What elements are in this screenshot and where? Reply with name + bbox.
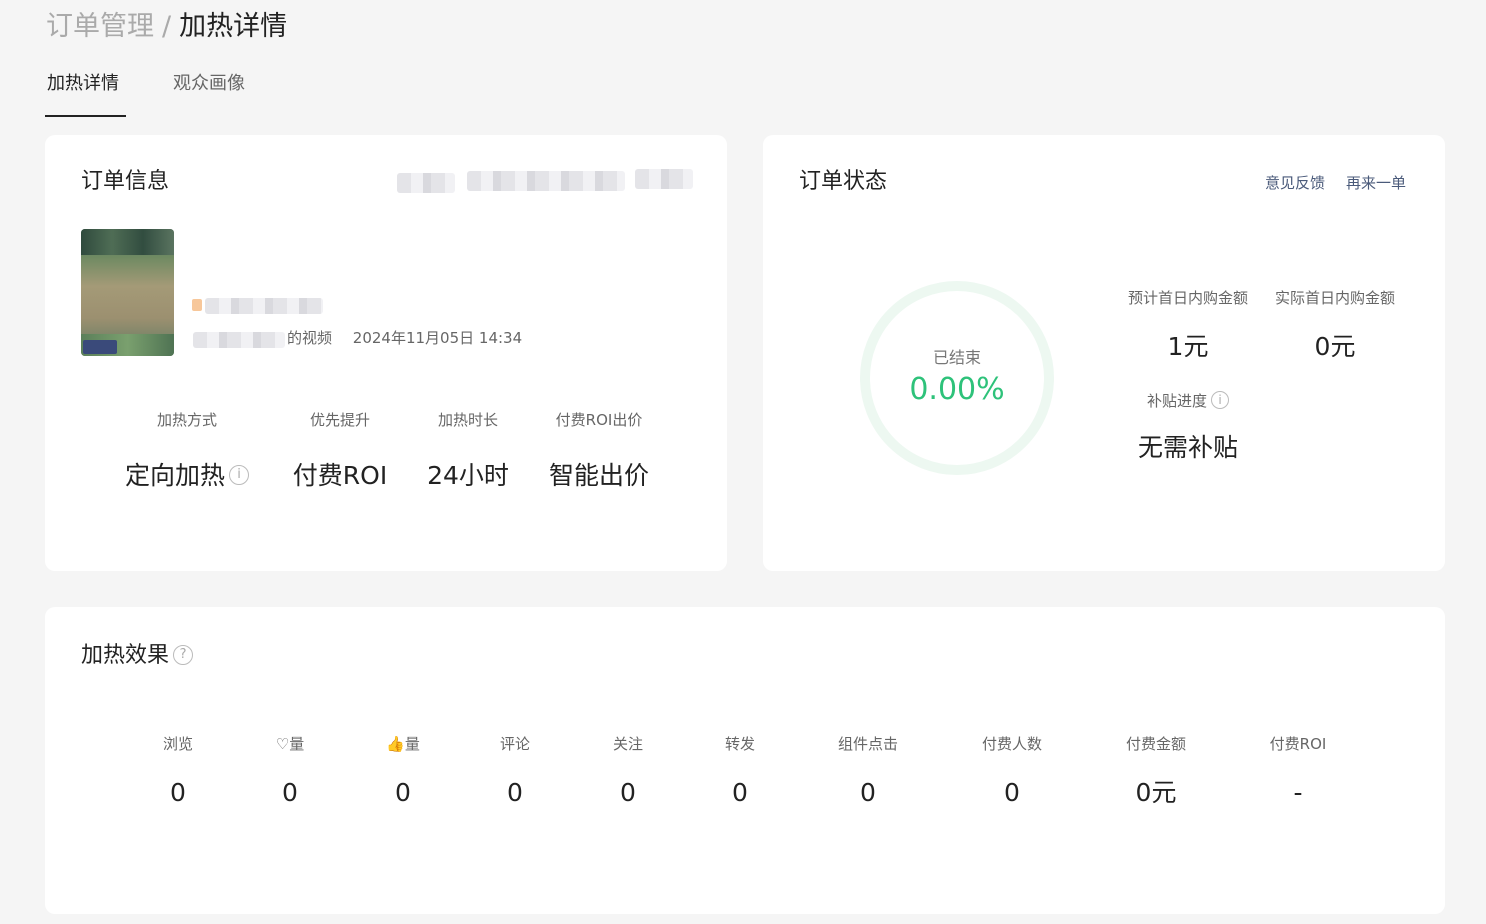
video-meta: 的视频 2024年11月05日 14:34 bbox=[195, 327, 522, 348]
metric-paid-roi: 付费ROI - bbox=[1238, 734, 1358, 810]
video-owner-suffix: 的视频 bbox=[287, 329, 333, 347]
metric-value: 0 bbox=[395, 778, 411, 807]
order-id-redacted bbox=[467, 171, 625, 191]
metric-thumbs-up: 👍量 0 bbox=[353, 734, 453, 810]
stat-value: 无需补贴 bbox=[1137, 433, 1238, 462]
stat-label: 加热方式 bbox=[156, 411, 217, 429]
order-id-redacted bbox=[397, 173, 455, 193]
metric-component-clicks: 组件点击 0 bbox=[808, 734, 928, 810]
stat-value: 智能出价 bbox=[548, 461, 649, 490]
subsidy-label: 补贴进度 bbox=[1146, 392, 1207, 410]
metric-label: 浏览 bbox=[162, 735, 193, 753]
tab-boost-detail[interactable]: 加热详情 bbox=[47, 68, 119, 100]
stat-label: 补贴进度 i bbox=[1113, 390, 1263, 411]
stat-roi-bid: 付费ROI出价 智能出价 bbox=[534, 410, 664, 493]
reorder-link[interactable]: 再来一单 bbox=[1346, 172, 1406, 193]
metric-value: 0 bbox=[732, 778, 748, 807]
avatar bbox=[192, 299, 202, 311]
order-info-card: 订单信息 的视频 2024年11月05日 14:34 加热方式 定向加热 i 优先… bbox=[45, 135, 727, 571]
video-time: 2024年11月05日 14:34 bbox=[352, 329, 523, 347]
active-tab-indicator bbox=[45, 115, 126, 117]
breadcrumb: 订单管理 / 加热详情 bbox=[46, 10, 287, 44]
metric-label: 付费ROI bbox=[1269, 735, 1327, 753]
video-thumbnail[interactable] bbox=[81, 229, 174, 356]
metric-label: ♡量 bbox=[275, 735, 305, 753]
order-status-title: 订单状态 bbox=[799, 169, 888, 194]
boost-method-value: 定向加热 bbox=[124, 461, 225, 490]
breadcrumb-parent[interactable]: 订单管理 bbox=[46, 11, 154, 42]
metric-value: 0 bbox=[1004, 778, 1020, 807]
metric-value: 0 bbox=[170, 778, 186, 807]
progress-status-label: 已结束 bbox=[932, 348, 981, 367]
order-info-title: 订单信息 bbox=[81, 169, 170, 194]
stat-value: 0元 bbox=[1314, 332, 1356, 361]
metric-paid-amount: 付费金额 0元 bbox=[1096, 734, 1216, 810]
order-id-redacted bbox=[635, 169, 693, 189]
info-icon[interactable]: i bbox=[229, 465, 249, 485]
thumbnail-foliage bbox=[81, 229, 174, 255]
metric-views: 浏览 0 bbox=[128, 734, 228, 810]
help-icon[interactable]: ? bbox=[173, 645, 194, 665]
stat-value: 1元 bbox=[1167, 332, 1209, 361]
stat-boost-method: 加热方式 定向加热 i bbox=[107, 410, 267, 493]
boost-effect-title: 加热效果? bbox=[81, 641, 194, 671]
metric-value: 0 bbox=[620, 778, 636, 807]
stat-label: 付费ROI出价 bbox=[555, 411, 643, 429]
feedback-link[interactable]: 意见反馈 bbox=[1265, 172, 1325, 193]
metric-follows: 关注 0 bbox=[578, 734, 678, 810]
metric-value: - bbox=[1293, 778, 1303, 807]
metric-value: 0 bbox=[860, 778, 876, 807]
stat-label: 预计首日内购金额 bbox=[1127, 289, 1248, 307]
metric-paying-users: 付费人数 0 bbox=[952, 734, 1072, 810]
metric-label: 付费金额 bbox=[1125, 735, 1186, 753]
metric-value: 0元 bbox=[1135, 778, 1177, 807]
boost-effect-title-text: 加热效果 bbox=[81, 643, 170, 668]
metric-likes: ♡量 0 bbox=[240, 734, 340, 810]
stat-value: 24小时 bbox=[427, 461, 509, 490]
breadcrumb-separator: / bbox=[162, 11, 172, 42]
boost-effect-card: 加热效果? 浏览 0 ♡量 0 👍量 0 评论 0 关注 0 转发 0 组件点击… bbox=[45, 607, 1445, 914]
metric-value: 0 bbox=[507, 778, 523, 807]
metric-value: 0 bbox=[282, 778, 298, 807]
stat-estimated-purchase: 预计首日内购金额 1元 bbox=[1113, 288, 1263, 364]
stat-label: 加热时长 bbox=[437, 411, 498, 429]
metric-label: 组件点击 bbox=[837, 735, 898, 753]
metric-label: 转发 bbox=[724, 735, 755, 753]
metric-label: 关注 bbox=[612, 735, 643, 753]
video-title-redacted bbox=[205, 298, 323, 314]
page-title: 加热详情 bbox=[179, 11, 288, 42]
metric-shares: 转发 0 bbox=[690, 734, 790, 810]
stat-label: 实际首日内购金额 bbox=[1274, 289, 1395, 307]
stat-value: 定向加热 i bbox=[107, 459, 267, 493]
progress-value: 0.00% bbox=[909, 372, 1005, 407]
metric-comments: 评论 0 bbox=[465, 734, 565, 810]
stat-actual-purchase: 实际首日内购金额 0元 bbox=[1260, 288, 1410, 364]
stat-value: 付费ROI bbox=[292, 461, 388, 490]
order-status-card: 订单状态 意见反馈 再来一单 已结束 0.00% 预计首日内购金额 1元 实际首… bbox=[763, 135, 1445, 571]
stat-label: 优先提升 bbox=[309, 411, 370, 429]
stat-priority: 优先提升 付费ROI bbox=[275, 410, 405, 493]
info-icon[interactable]: i bbox=[1211, 390, 1229, 409]
metric-label: 评论 bbox=[499, 735, 530, 753]
stat-subsidy: 补贴进度 i 无需补贴 bbox=[1113, 390, 1263, 465]
metric-label: 付费人数 bbox=[981, 735, 1042, 753]
stat-duration: 加热时长 24小时 bbox=[413, 410, 523, 493]
thumbnail-hud bbox=[83, 340, 117, 354]
metric-label: 👍量 bbox=[386, 735, 420, 753]
tab-audience-profile[interactable]: 观众画像 bbox=[173, 68, 245, 100]
